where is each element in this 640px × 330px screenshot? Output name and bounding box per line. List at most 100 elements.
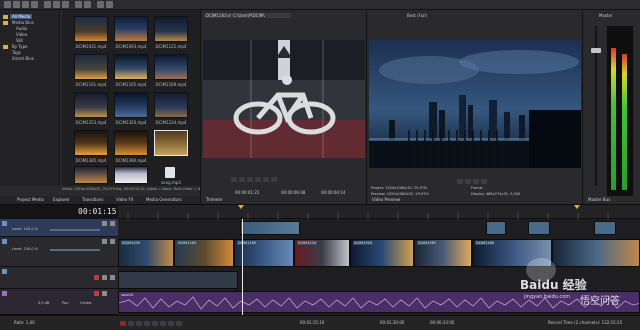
play-icon[interactable] bbox=[144, 321, 150, 326]
video-clip[interactable] bbox=[486, 221, 506, 235]
snapping-icon[interactable] bbox=[97, 1, 104, 8]
copy-icon[interactable] bbox=[53, 1, 60, 8]
tab-media-generators[interactable]: Media Generators bbox=[143, 196, 185, 204]
tab-explorer[interactable]: Explorer bbox=[50, 196, 73, 204]
media-thumbnail[interactable] bbox=[74, 166, 108, 184]
bike-lane-image bbox=[203, 40, 365, 158]
media-thumbnail[interactable] bbox=[154, 16, 188, 42]
play-from-start-icon[interactable] bbox=[136, 321, 142, 326]
tab-video-fx[interactable]: Video FX bbox=[113, 196, 137, 204]
track-level-slider[interactable] bbox=[50, 249, 100, 251]
cut-icon[interactable] bbox=[44, 1, 51, 8]
mute-icon[interactable] bbox=[102, 239, 107, 244]
tree-item-tags[interactable]: Tags bbox=[12, 50, 21, 55]
paste-icon[interactable] bbox=[62, 1, 69, 8]
media-thumbnail-selected[interactable] bbox=[154, 130, 188, 156]
video-clip[interactable]: DCIM1385 bbox=[414, 239, 472, 267]
tree-item-audio[interactable]: Audio bbox=[16, 26, 27, 31]
video-clip[interactable] bbox=[594, 221, 616, 235]
playhead[interactable] bbox=[242, 219, 243, 315]
help-icon[interactable] bbox=[106, 1, 113, 8]
stop-icon[interactable] bbox=[160, 321, 166, 326]
baidu-site: jingyan.baidu.com bbox=[524, 294, 571, 300]
media-status-line: Video: 1920x1080x32, 29,970 fps, 00:00:1… bbox=[62, 187, 200, 191]
undo-icon[interactable] bbox=[75, 1, 82, 8]
video-clip[interactable]: DCIM1234 bbox=[294, 239, 350, 267]
master-fader-handle[interactable] bbox=[591, 48, 601, 53]
video-clip[interactable] bbox=[528, 221, 550, 235]
save-icon[interactable] bbox=[22, 1, 29, 8]
video-clip[interactable]: DCIM1035 bbox=[118, 239, 174, 267]
tree-item-video[interactable]: Video bbox=[16, 32, 27, 37]
tab-trimmer[interactable]: Trimmer bbox=[203, 196, 226, 204]
tab-video-preview[interactable]: Video Preview bbox=[369, 196, 403, 204]
trimmer-mark-out-icon[interactable] bbox=[263, 177, 269, 182]
video-clip[interactable]: DCIM1165 bbox=[234, 239, 294, 267]
preview-play-icon[interactable] bbox=[457, 179, 463, 184]
track-expand-icon[interactable] bbox=[2, 239, 7, 244]
audio-track-header[interactable]: 0,0 dB Pan: Center bbox=[0, 289, 118, 315]
trimmer-play-icon[interactable] bbox=[231, 177, 237, 182]
preview-video-frame[interactable] bbox=[369, 40, 581, 168]
tree-item-all-media[interactable]: All Media bbox=[10, 14, 33, 19]
pause-icon[interactable] bbox=[152, 321, 158, 326]
solo-icon[interactable] bbox=[102, 275, 107, 280]
media-thumbnail[interactable] bbox=[154, 54, 188, 80]
trimmer-mark-in-icon[interactable] bbox=[255, 177, 261, 182]
media-thumbnail[interactable] bbox=[114, 54, 148, 80]
media-thumbnail[interactable] bbox=[114, 92, 148, 118]
media-thumbnail[interactable] bbox=[74, 16, 108, 42]
video-clip[interactable]: DCIM1320 bbox=[350, 239, 414, 267]
tab-project-media[interactable]: Project Media bbox=[14, 196, 47, 204]
preview-loop-icon[interactable] bbox=[473, 179, 479, 184]
media-thumbnail[interactable] bbox=[154, 92, 188, 118]
track-level-slider[interactable] bbox=[50, 229, 100, 231]
video-track-3-header[interactable] bbox=[0, 267, 118, 289]
record-icon[interactable] bbox=[120, 321, 126, 326]
video-clip[interactable] bbox=[118, 271, 238, 289]
trimmer-stop-icon[interactable] bbox=[239, 177, 245, 182]
preview-quality[interactable]: Best (Full) bbox=[407, 13, 427, 18]
video-clip[interactable]: DCIM1163 bbox=[174, 239, 234, 267]
new-project-icon[interactable] bbox=[4, 1, 11, 8]
video-track-1-header[interactable]: Level: 100,0 % bbox=[0, 219, 118, 237]
media-thumbnail[interactable] bbox=[114, 130, 148, 156]
preview-snapshot-icon[interactable] bbox=[481, 179, 487, 184]
media-thumbnail[interactable] bbox=[74, 130, 108, 156]
loop-icon[interactable] bbox=[128, 321, 134, 326]
tree-item-media-bins[interactable]: Media Bins bbox=[12, 20, 34, 25]
mute-icon[interactable] bbox=[94, 291, 99, 296]
video-track-2-header[interactable]: Level: 100,0 % bbox=[0, 237, 118, 267]
tree-item-still[interactable]: Still bbox=[16, 38, 23, 43]
mute-icon[interactable] bbox=[102, 221, 107, 226]
track-expand-icon[interactable] bbox=[2, 269, 7, 274]
media-thumbnail[interactable] bbox=[114, 16, 148, 42]
timeline-ruler[interactable] bbox=[118, 205, 640, 219]
solo-icon[interactable] bbox=[102, 291, 107, 296]
video-clip[interactable] bbox=[240, 221, 300, 235]
media-thumbnail[interactable] bbox=[74, 54, 108, 80]
arm-icon[interactable] bbox=[110, 275, 115, 280]
render-icon[interactable] bbox=[31, 1, 38, 8]
media-thumbnail[interactable] bbox=[74, 92, 108, 118]
tree-item-smart-bins[interactable]: Smart Bins bbox=[12, 56, 34, 61]
track-expand-icon[interactable] bbox=[2, 291, 7, 296]
trimmer-loop-icon[interactable] bbox=[247, 177, 253, 182]
baidu-brand: Baidu 经验 bbox=[520, 278, 587, 292]
redo-icon[interactable] bbox=[84, 1, 91, 8]
solo-icon[interactable] bbox=[110, 239, 115, 244]
go-to-end-icon[interactable] bbox=[176, 321, 182, 326]
tab-master-bus[interactable]: Master Bus bbox=[585, 196, 613, 204]
audio-file-icon[interactable] bbox=[165, 167, 175, 178]
tree-item-by-type[interactable]: By Type bbox=[12, 44, 28, 49]
open-icon[interactable] bbox=[13, 1, 20, 8]
go-to-start-icon[interactable] bbox=[168, 321, 174, 326]
track-expand-icon[interactable] bbox=[2, 221, 7, 226]
preview-stop-icon[interactable] bbox=[465, 179, 471, 184]
trimmer-video-frame[interactable] bbox=[203, 40, 365, 158]
trimmer-add-icon[interactable] bbox=[271, 177, 277, 182]
media-thumbnail[interactable] bbox=[114, 166, 148, 184]
mute-icon[interactable] bbox=[94, 275, 99, 280]
tab-transitions[interactable]: Transitions bbox=[79, 196, 106, 204]
solo-icon[interactable] bbox=[110, 221, 115, 226]
